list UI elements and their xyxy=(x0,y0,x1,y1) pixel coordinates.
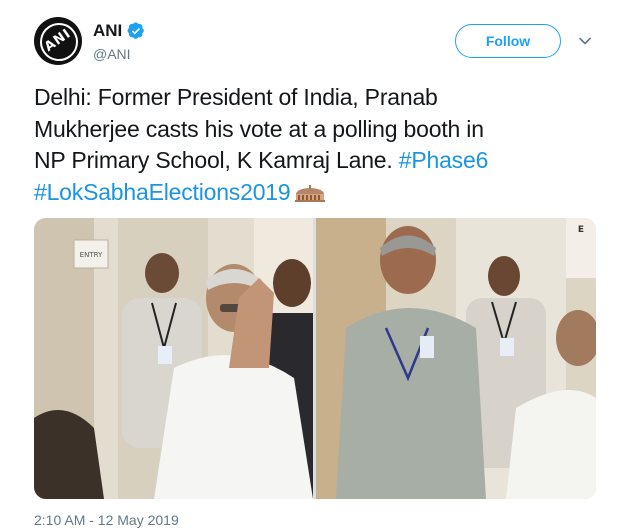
display-name[interactable]: ANI xyxy=(93,21,122,41)
hashtag-link[interactable]: #Phase6 xyxy=(399,147,489,173)
tweet-text: Delhi: Former President of India, Pranab… xyxy=(34,82,604,208)
follow-button[interactable]: Follow xyxy=(455,24,561,58)
author-name-row[interactable]: ANI xyxy=(93,20,145,42)
right-sign-text: E xyxy=(578,225,584,235)
parliament-building-emoji-icon xyxy=(295,184,326,202)
tweet-text-line: Delhi: Former President of India, Pranab xyxy=(34,84,438,110)
user-handle[interactable]: @ANI xyxy=(93,46,131,62)
photo-left-scene: ENTRY xyxy=(34,218,313,499)
verified-badge-icon xyxy=(127,22,145,39)
photo-right[interactable]: E xyxy=(316,218,596,499)
avatar[interactable]: ANI xyxy=(34,17,82,65)
tweet-text-segment: NP Primary School, K Kamraj Lane. xyxy=(34,147,399,173)
tweet-text-line: NP Primary School, K Kamraj Lane. #Phase… xyxy=(34,145,604,177)
tweet-text-line: Mukherjee casts his vote at a polling bo… xyxy=(34,115,484,142)
photo-right-scene: E xyxy=(316,218,596,499)
tweet-media[interactable]: ENTRY E xyxy=(34,218,596,499)
tweet-card: ANI ANI @ANI Follow Delhi: Former Presid… xyxy=(0,0,634,532)
photo-left[interactable]: ENTRY xyxy=(34,218,313,499)
hashtag-link[interactable]: #LokSabhaElections2019 xyxy=(34,179,291,205)
tweet-timestamp[interactable]: 2:10 AM - 12 May 2019 xyxy=(34,512,179,528)
chevron-down-icon[interactable] xyxy=(578,34,592,48)
entry-sign-text: ENTRY xyxy=(80,251,103,259)
tweet-text-line: #LokSabhaElections2019 xyxy=(34,177,604,209)
